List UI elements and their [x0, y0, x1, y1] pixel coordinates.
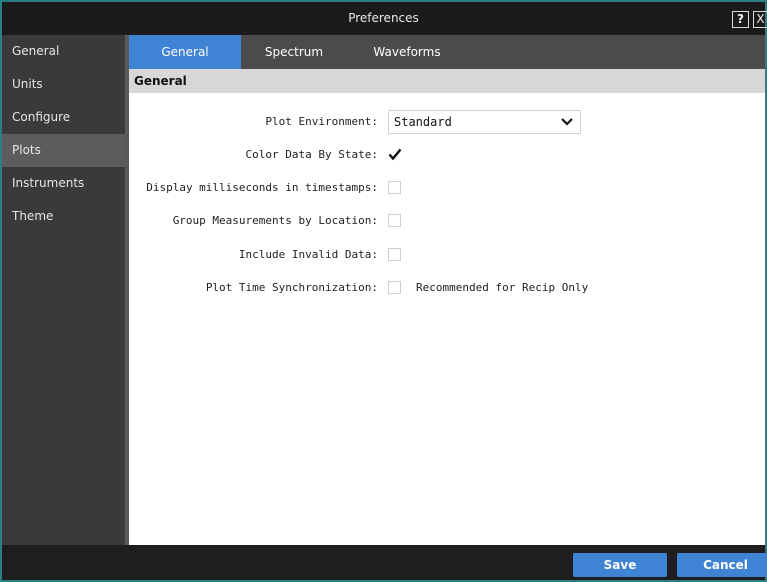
preferences-dialog: Preferences ? X General Units Configure … — [0, 0, 767, 582]
title-bar: Preferences ? X — [2, 2, 767, 35]
display-ms-checkbox[interactable] — [388, 181, 401, 194]
plot-environment-value: Standard — [394, 115, 452, 129]
sidebar-item-units[interactable]: Units — [2, 68, 125, 101]
plot-time-sync-checkbox[interactable] — [388, 281, 401, 294]
section-header: General — [129, 69, 765, 93]
color-data-by-state-checkbox[interactable] — [388, 148, 402, 161]
sidebar-item-general[interactable]: General — [2, 35, 125, 68]
footer-bar: Save Cancel — [2, 545, 767, 580]
help-button[interactable]: ? — [732, 11, 749, 28]
sidebar-item-plots[interactable]: Plots — [2, 134, 125, 167]
chevron-down-icon — [561, 118, 573, 126]
checkmark-icon — [388, 148, 402, 161]
plot-environment-select[interactable]: Standard — [388, 110, 581, 134]
tab-bar: General Spectrum Waveforms — [129, 35, 765, 69]
tab-waveforms[interactable]: Waveforms — [347, 35, 467, 69]
group-by-location-checkbox[interactable] — [388, 214, 401, 227]
dialog-title: Preferences — [348, 11, 419, 25]
sidebar-item-configure[interactable]: Configure — [2, 101, 125, 134]
plot-environment-label: Plot Environment: — [265, 115, 378, 128]
main-panel: General Spectrum Waveforms General Plot … — [129, 35, 765, 545]
display-ms-label: Display milliseconds in timestamps: — [146, 181, 378, 194]
plot-time-sync-label: Plot Time Synchronization: — [205, 281, 378, 294]
tab-general[interactable]: General — [129, 35, 241, 69]
cancel-button[interactable]: Cancel — [677, 553, 767, 577]
sidebar-item-instruments[interactable]: Instruments — [2, 167, 125, 200]
sidebar-item-theme[interactable]: Theme — [2, 200, 125, 233]
include-invalid-checkbox[interactable] — [388, 248, 401, 261]
tab-spectrum[interactable]: Spectrum — [241, 35, 347, 69]
plot-time-sync-note: Recommended for Recip Only — [416, 281, 589, 294]
color-data-by-state-label: Color Data By State: — [245, 148, 378, 161]
close-button[interactable]: X — [753, 11, 767, 28]
group-by-location-label: Group Measurements by Location: — [172, 214, 378, 227]
sidebar: General Units Configure Plots Instrument… — [2, 35, 125, 545]
include-invalid-label: Include Invalid Data: — [238, 248, 378, 261]
save-button[interactable]: Save — [573, 553, 667, 577]
